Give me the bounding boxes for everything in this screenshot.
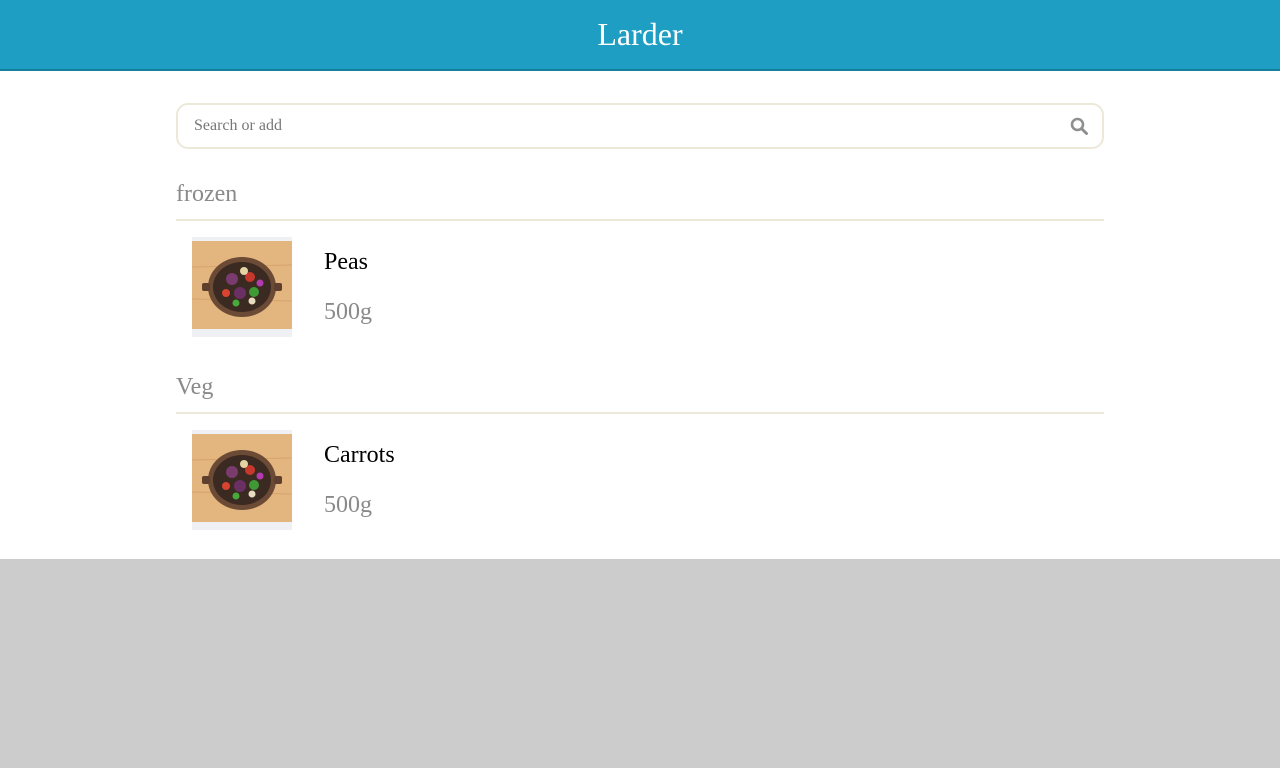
- app-title: Larder: [597, 16, 683, 52]
- list-item[interactable]: Carrots 500g: [176, 430, 1104, 530]
- item-thumbnail: [192, 237, 292, 337]
- item-thumbnail: [192, 430, 292, 530]
- search-icon[interactable]: [1070, 117, 1088, 135]
- search-input[interactable]: [194, 105, 1054, 147]
- category-title: frozen: [176, 181, 238, 207]
- app-panel: Larder frozen: [0, 0, 1280, 559]
- item-quantity: 500g: [324, 299, 372, 325]
- list-item[interactable]: Peas 500g: [176, 237, 1104, 337]
- item-quantity: 500g: [324, 492, 372, 518]
- category-divider: [176, 219, 1104, 221]
- category-title: Veg: [176, 374, 214, 400]
- app-header: Larder: [0, 0, 1280, 71]
- item-name: Peas: [324, 249, 368, 275]
- item-name: Carrots: [324, 442, 395, 468]
- search-box[interactable]: [176, 103, 1104, 149]
- category-divider: [176, 412, 1104, 414]
